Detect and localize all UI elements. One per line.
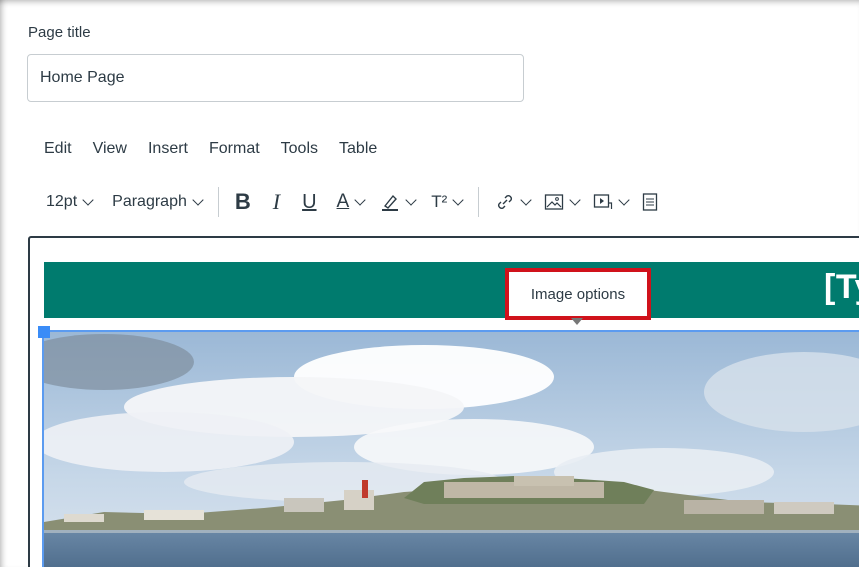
highlight-color-button[interactable] [380, 192, 417, 212]
chevron-down-icon [618, 193, 630, 206]
menu-table[interactable]: Table [339, 140, 377, 158]
chevron-down-icon [405, 193, 417, 206]
image-options-tooltip[interactable]: Image options [505, 268, 651, 320]
media-button[interactable] [593, 193, 630, 211]
superscript-icon: T² [431, 192, 448, 211]
coastline-photo [44, 332, 859, 567]
italic-button[interactable]: I [273, 189, 280, 215]
editor-toolbar: 12pt Paragraph B I U A T² [46, 186, 658, 218]
editor-page: Page title Edit View Insert Format Tools… [0, 0, 859, 567]
link-icon [498, 195, 513, 209]
menu-format[interactable]: Format [209, 140, 260, 158]
document-icon [643, 193, 658, 211]
menu-insert[interactable]: Insert [148, 140, 188, 158]
menu-edit[interactable]: Edit [44, 140, 72, 158]
block-format-value: Paragraph [112, 193, 187, 210]
font-size-dropdown[interactable]: 12pt [46, 193, 94, 211]
chevron-down-icon [569, 193, 581, 206]
chevron-down-icon [82, 193, 94, 206]
menu-tools[interactable]: Tools [281, 140, 318, 158]
chevron-down-icon [354, 193, 366, 206]
page-title-input[interactable] [27, 54, 524, 102]
image-icon [545, 194, 564, 210]
text-color-button[interactable]: A [336, 191, 366, 213]
underline-button[interactable]: U [302, 191, 316, 214]
menu-view[interactable]: View [93, 140, 127, 158]
font-size-value: 12pt [46, 193, 78, 210]
chevron-down-icon [452, 193, 464, 206]
page-title-label: Page title [28, 24, 91, 41]
image-resize-handle[interactable] [38, 326, 50, 338]
editor-menubar: Edit View Insert Format Tools Table [44, 140, 398, 158]
block-format-dropdown[interactable]: Paragraph [112, 193, 204, 211]
image-button[interactable] [544, 193, 581, 211]
header-banner: [Ty [44, 262, 859, 318]
text-color-icon: A [336, 191, 350, 212]
toolbar-divider [478, 187, 480, 217]
link-button[interactable] [495, 192, 532, 212]
embedded-image[interactable] [42, 330, 859, 567]
bold-button[interactable]: B [235, 189, 251, 215]
image-options-label: Image options [530, 285, 626, 303]
superscript-button[interactable]: T² [431, 192, 464, 212]
highlighter-icon [382, 194, 399, 211]
tooltip-arrow [571, 318, 583, 325]
chevron-down-icon [192, 193, 204, 206]
toolbar-divider [217, 187, 219, 217]
document-button[interactable] [642, 192, 658, 212]
chevron-down-icon [520, 193, 532, 206]
media-icon [594, 194, 613, 209]
banner-text: [Ty [824, 268, 859, 306]
